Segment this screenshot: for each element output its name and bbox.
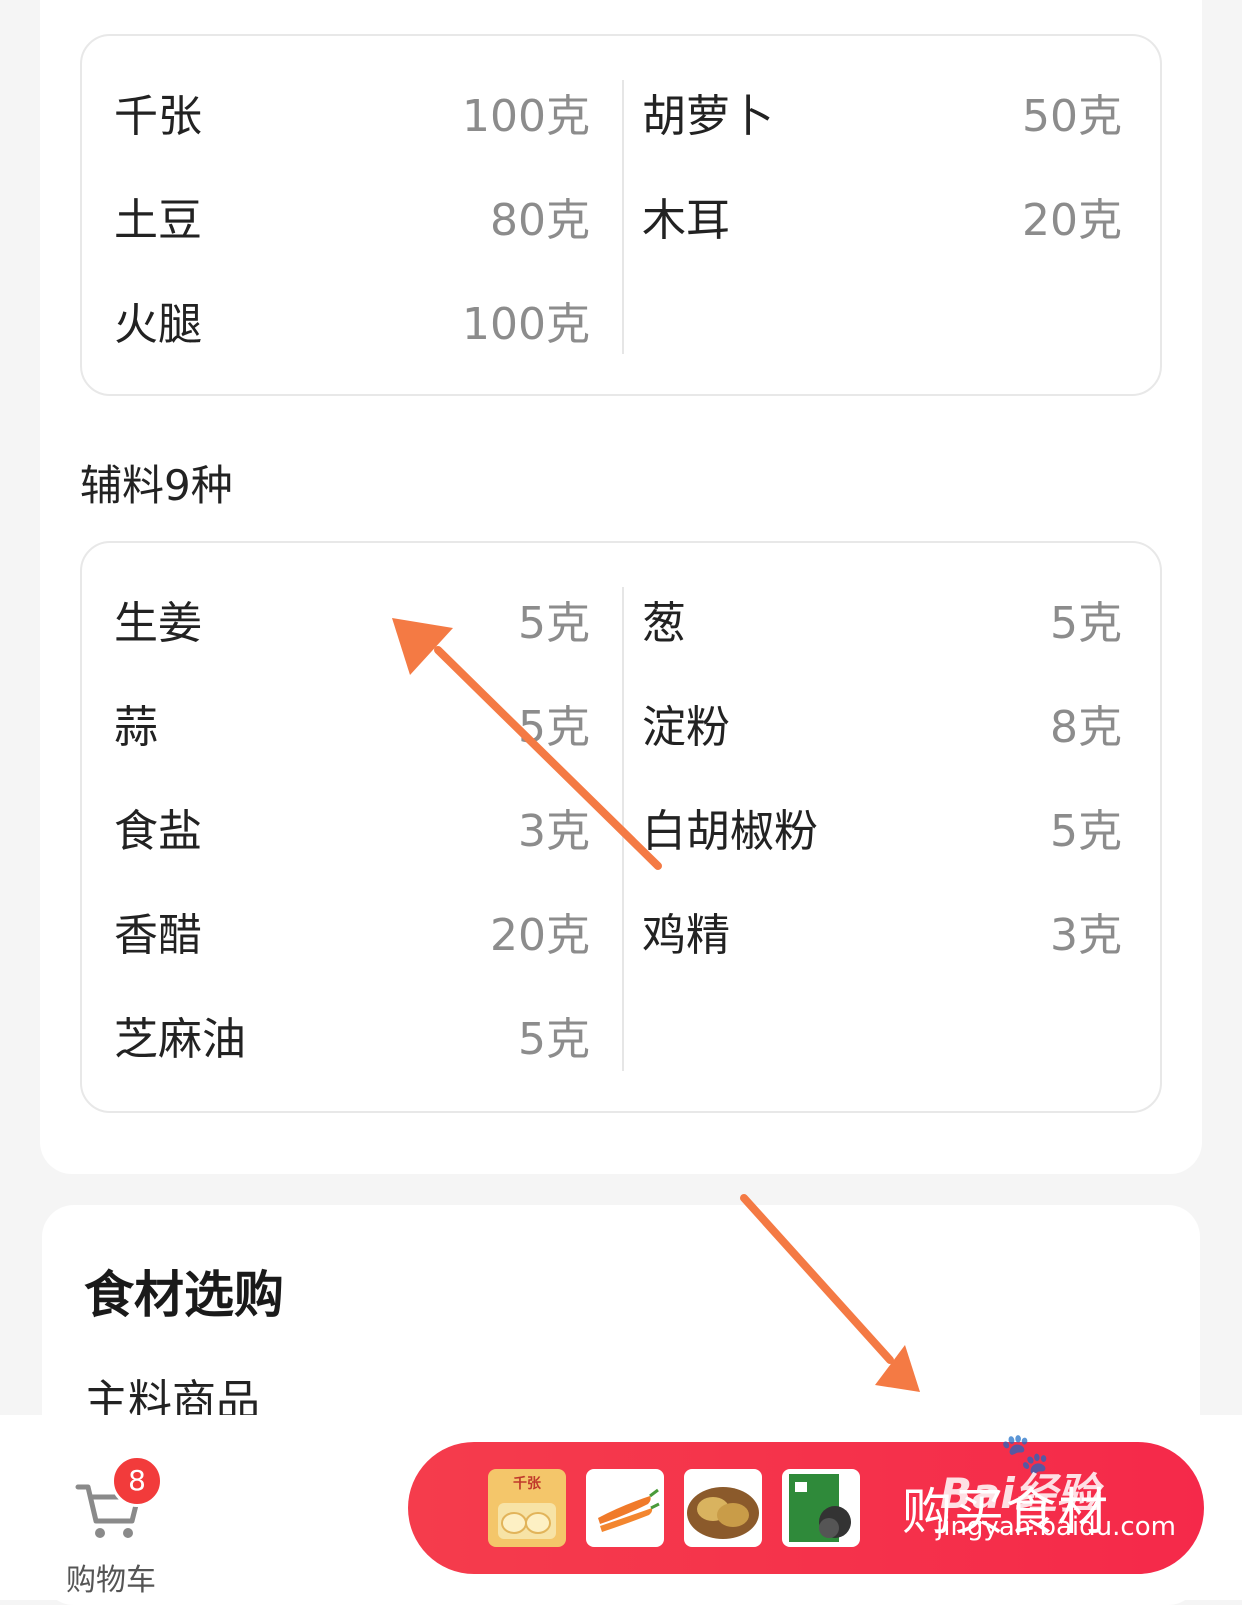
ingredient-amount: 20克 <box>1022 195 1122 246</box>
ingredient-name: 木耳 <box>642 195 730 246</box>
fungus-package-icon <box>789 1474 851 1542</box>
ingredient-name: 蒜 <box>114 702 158 753</box>
ingredient-row: 淀粉 8克 <box>642 693 1122 753</box>
ingredient-amount: 100克 <box>462 91 590 142</box>
ingredient-name: 淀粉 <box>642 702 730 753</box>
recipe-ingredients-card: 千张 100克 土豆 80克 火腿 100克 胡萝卜 50克 木耳 20克 辅料… <box>40 0 1202 1174</box>
carrot-icon <box>598 1488 660 1532</box>
ingredient-amount: 80克 <box>490 195 590 246</box>
ingredient-amount: 50克 <box>1022 91 1122 142</box>
ingredient-name: 芝麻油 <box>114 1014 246 1065</box>
ingredient-name: 葱 <box>642 598 686 649</box>
ingredient-row: 蒜 5克 <box>114 693 590 753</box>
aux-section-title: 辅料9种 <box>80 461 233 510</box>
ingredient-amount: 5克 <box>518 1014 590 1065</box>
ingredient-row: 鸡精 3克 <box>642 901 1122 961</box>
cart-count-badge: 8 <box>111 1455 163 1507</box>
ingredient-amount: 3克 <box>1050 910 1122 961</box>
shopping-title: 食材选购 <box>84 1266 284 1324</box>
ingredient-row: 芝麻油 5克 <box>114 1005 590 1065</box>
aux-ingredients-box: 生姜 5克 蒜 5克 食盐 3克 香醋 20克 芝麻油 5克 葱 5克 淀粉 8… <box>80 541 1162 1113</box>
fungus-thumb <box>782 1469 860 1547</box>
ingredient-row: 千张 100克 <box>114 82 590 142</box>
ingredient-name: 胡萝卜 <box>642 91 774 142</box>
ingredient-name: 生姜 <box>114 598 202 649</box>
ingredient-name: 香醋 <box>114 910 202 961</box>
column-divider <box>622 587 624 1071</box>
tofu-skin-icon <box>498 1503 556 1539</box>
ingredient-amount: 5克 <box>518 598 590 649</box>
ingredient-amount: 8克 <box>1050 702 1122 753</box>
watermark-url: jingyan.baidu.com <box>936 1512 1176 1542</box>
ingredient-name: 白胡椒粉 <box>642 806 818 857</box>
thumb-label: 千张 <box>513 1476 541 1492</box>
ingredient-row: 生姜 5克 <box>114 589 590 649</box>
ingredient-row: 香醋 20克 <box>114 901 590 961</box>
potato-thumb <box>684 1469 762 1547</box>
ingredient-name: 千张 <box>114 91 202 142</box>
ingredient-amount: 5克 <box>518 702 590 753</box>
ingredient-amount: 100克 <box>462 299 590 350</box>
ingredient-row: 葱 5克 <box>642 589 1122 649</box>
ingredient-row: 木耳 20克 <box>642 186 1122 246</box>
cart-label: 购物车 <box>66 1563 156 1598</box>
ingredient-name: 土豆 <box>114 195 202 246</box>
ingredient-name: 食盐 <box>114 806 202 857</box>
ingredient-row: 白胡椒粉 5克 <box>642 797 1122 857</box>
qianzhang-thumb: 千张 <box>488 1469 566 1547</box>
main-ingredients-box: 千张 100克 土豆 80克 火腿 100克 胡萝卜 50克 木耳 20克 <box>80 34 1162 396</box>
ingredient-name: 鸡精 <box>642 910 730 961</box>
ingredient-row: 胡萝卜 50克 <box>642 82 1122 142</box>
ingredient-row: 火腿 100克 <box>114 290 590 350</box>
carrot-thumb <box>586 1469 664 1547</box>
cart-button[interactable]: 8 购物车 <box>56 1455 166 1598</box>
ingredient-name: 火腿 <box>114 299 202 350</box>
ingredient-row: 食盐 3克 <box>114 797 590 857</box>
ingredient-amount: 3克 <box>518 806 590 857</box>
column-divider <box>622 80 624 354</box>
ingredient-amount: 5克 <box>1050 806 1122 857</box>
ingredient-amount: 20克 <box>490 910 590 961</box>
potato-icon <box>687 1487 759 1539</box>
ingredient-row: 土豆 80克 <box>114 186 590 246</box>
ingredient-amount: 5克 <box>1050 598 1122 649</box>
